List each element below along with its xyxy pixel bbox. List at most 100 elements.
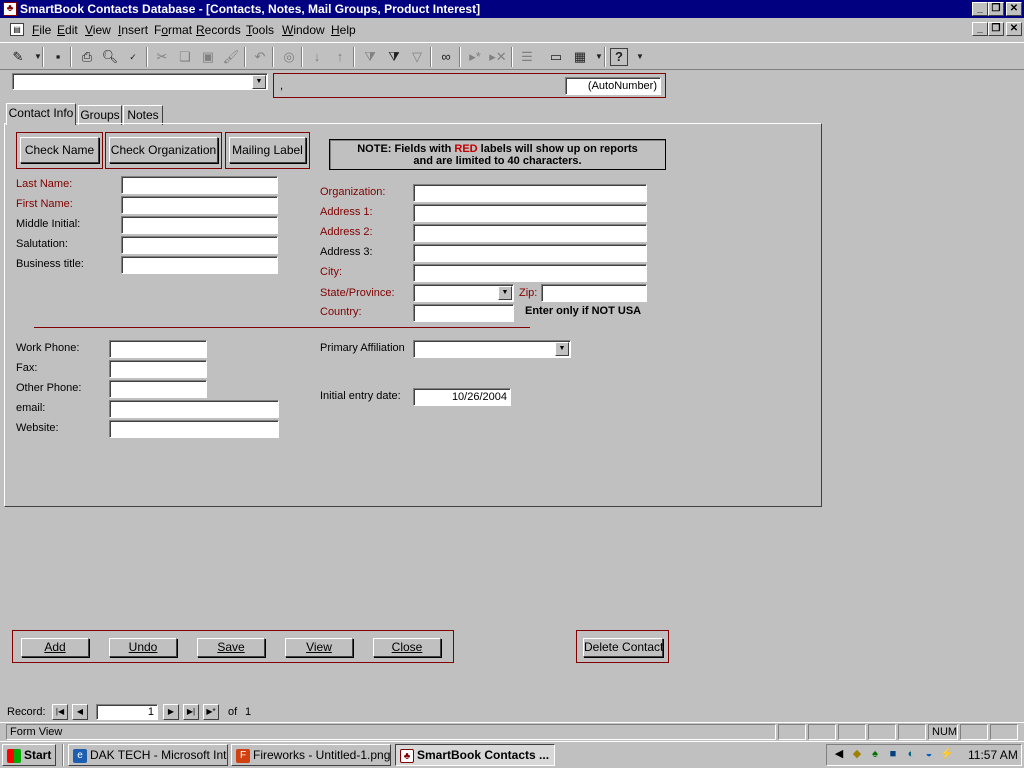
task-smartbook[interactable]: ♣ SmartBook Contacts ... xyxy=(395,744,555,766)
state-combo[interactable]: ▼ xyxy=(413,284,514,302)
website-field[interactable] xyxy=(109,420,279,438)
menu-tools[interactable]: Tools xyxy=(246,23,274,37)
first-name-field[interactable] xyxy=(121,196,278,214)
check-name-button[interactable]: Check Name xyxy=(20,137,99,163)
menu-view[interactable]: View xyxy=(85,23,111,37)
tray-power-icon[interactable]: ⚡ xyxy=(940,747,954,761)
filter-by-selection-icon[interactable]: ⧩ xyxy=(360,47,380,67)
salutation-field[interactable] xyxy=(121,236,278,254)
middle-initial-field[interactable] xyxy=(121,216,278,234)
chevron-down-icon[interactable]: ▼ xyxy=(252,75,266,89)
zip-field[interactable] xyxy=(541,284,647,302)
last-name-field[interactable] xyxy=(121,176,278,194)
address2-field[interactable] xyxy=(413,224,647,242)
initial-entry-label: Initial entry date: xyxy=(320,390,401,402)
address1-field[interactable] xyxy=(413,204,647,222)
print-icon[interactable]: ⎙ xyxy=(77,47,97,67)
app-icon[interactable]: ♣ xyxy=(3,2,17,16)
insert-hyperlink-icon[interactable]: ◎ xyxy=(279,47,299,67)
primary-affiliation-combo[interactable]: ▼ xyxy=(413,340,571,358)
chevron-down-icon[interactable]: ▼ xyxy=(555,342,569,356)
tray-update-icon[interactable]: ◐ xyxy=(904,747,918,761)
help-icon[interactable]: ? xyxy=(610,48,628,66)
sort-descending-icon[interactable]: ↑ xyxy=(330,47,350,67)
sort-ascending-icon[interactable]: ↓ xyxy=(307,47,327,67)
doc-minimize-icon[interactable]: _ xyxy=(972,22,988,36)
design-view-icon[interactable]: ✎ xyxy=(8,47,28,67)
spelling-icon[interactable]: ✓ xyxy=(123,47,143,67)
format-painter-icon[interactable]: 🖌︎ xyxy=(221,47,241,67)
filter-by-form-icon[interactable]: ⧩ xyxy=(384,47,404,67)
work-phone-label: Work Phone: xyxy=(16,342,80,354)
copy-icon[interactable]: ❏ xyxy=(175,47,195,67)
initial-entry-field[interactable]: 10/26/2004 xyxy=(413,388,511,406)
help-dropdown-icon[interactable]: ▼ xyxy=(630,47,650,67)
restore-icon[interactable]: ❐ xyxy=(988,2,1004,16)
country-field[interactable] xyxy=(413,304,514,322)
undo-icon[interactable]: ↶ xyxy=(250,47,270,67)
delete-contact-button[interactable]: Delete Contact xyxy=(583,638,663,657)
first-record-icon[interactable]: |◀ xyxy=(52,704,68,720)
database-window-icon[interactable]: ▭ xyxy=(546,47,566,67)
previous-record-icon[interactable]: ◀ xyxy=(72,704,88,720)
network-icon[interactable]: ♠ xyxy=(868,747,882,761)
view-button[interactable]: View xyxy=(285,638,353,657)
fax-field[interactable] xyxy=(109,360,207,378)
properties-icon[interactable]: ☰ xyxy=(517,47,537,67)
tab-groups[interactable]: Groups xyxy=(78,105,122,125)
task-browser[interactable]: e DAK TECH - Microsoft Inte... xyxy=(68,744,228,766)
minimize-icon[interactable]: _ xyxy=(972,2,988,16)
business-title-field[interactable] xyxy=(121,256,278,274)
address3-field[interactable] xyxy=(413,244,647,262)
save-icon[interactable]: ▪ xyxy=(48,47,68,67)
paste-icon[interactable]: ▣ xyxy=(198,47,218,67)
tray-antivirus-icon[interactable]: ◒ xyxy=(922,747,936,761)
new-object-icon[interactable]: ▦ xyxy=(570,47,590,67)
menu-format[interactable]: Format xyxy=(154,23,192,37)
current-record-field[interactable]: 1 xyxy=(96,704,158,720)
volume-icon[interactable]: ◀ xyxy=(832,747,846,761)
organization-field[interactable] xyxy=(413,184,647,202)
new-record-icon[interactable]: ▸* xyxy=(465,47,485,67)
new-record-nav-icon[interactable]: ▶* xyxy=(203,704,219,720)
start-button[interactable]: Start xyxy=(2,744,56,766)
work-phone-field[interactable] xyxy=(109,340,207,358)
view-dropdown-icon[interactable]: ▼ xyxy=(28,47,48,67)
tab-contact-info[interactable]: Contact Info xyxy=(6,103,76,125)
delete-record-icon[interactable]: ▸✕ xyxy=(488,47,508,67)
tray-monitor-icon[interactable]: ■ xyxy=(886,747,900,761)
add-button[interactable]: Add xyxy=(21,638,89,657)
check-organization-button[interactable]: Check Organization xyxy=(109,137,218,163)
menu-help[interactable]: Help xyxy=(331,23,356,37)
find-icon[interactable]: ∞ xyxy=(436,47,456,67)
undo-button[interactable]: Undo xyxy=(109,638,177,657)
menu-file[interactable]: File xyxy=(32,23,51,37)
cut-icon[interactable]: ✂ xyxy=(152,47,172,67)
tray-app-icon[interactable]: ◆ xyxy=(850,747,864,761)
doc-close-icon[interactable]: ✕ xyxy=(1006,22,1022,36)
apply-filter-icon[interactable]: ▽ xyxy=(407,47,427,67)
title-bar[interactable]: ♣ SmartBook Contacts Database - [Contact… xyxy=(0,0,1024,18)
next-record-icon[interactable]: ▶ xyxy=(163,704,179,720)
menu-records[interactable]: Records xyxy=(196,23,241,37)
form-icon[interactable]: ▤ xyxy=(10,23,24,36)
record-lookup-combo[interactable]: ▼ xyxy=(12,73,268,90)
save-button[interactable]: Save xyxy=(197,638,265,657)
task-fireworks[interactable]: F Fireworks - Untitled-1.png xyxy=(231,744,391,766)
zip-label: Zip: xyxy=(519,287,538,299)
tab-notes[interactable]: Notes xyxy=(123,105,163,125)
doc-restore-icon[interactable]: ❐ xyxy=(988,22,1004,36)
email-field[interactable] xyxy=(109,400,279,418)
close-button[interactable]: Close xyxy=(373,638,441,657)
mailing-label-button[interactable]: Mailing Label xyxy=(229,137,306,163)
menu-edit[interactable]: Edit xyxy=(57,23,78,37)
print-preview-icon[interactable]: 🔍︎ xyxy=(100,47,120,67)
close-icon[interactable]: ✕ xyxy=(1006,2,1022,16)
menu-window[interactable]: Window xyxy=(282,23,325,37)
menu-insert[interactable]: Insert xyxy=(118,23,148,37)
new-object-dropdown-icon[interactable]: ▼ xyxy=(589,47,609,67)
last-record-icon[interactable]: ▶| xyxy=(183,704,199,720)
chevron-down-icon[interactable]: ▼ xyxy=(498,286,512,300)
city-field[interactable] xyxy=(413,264,647,282)
other-phone-field[interactable] xyxy=(109,380,207,398)
